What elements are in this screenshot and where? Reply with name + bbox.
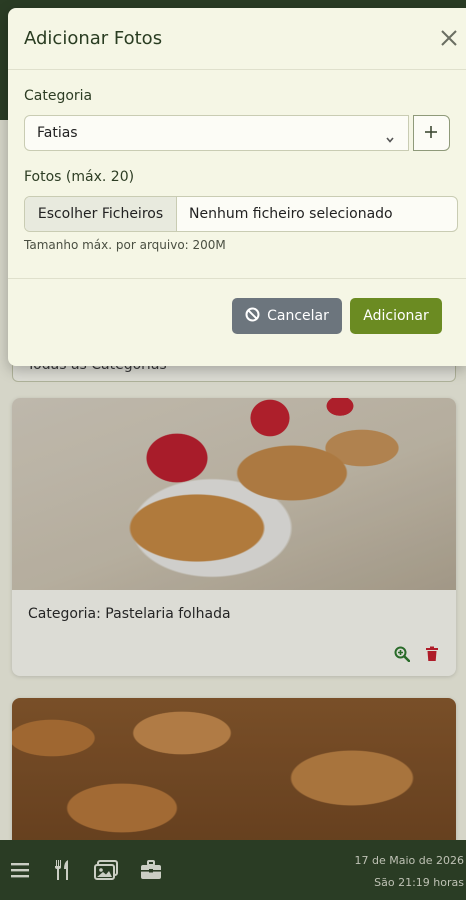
add-button[interactable]: Adicionar: [350, 298, 442, 334]
close-icon[interactable]: [438, 27, 460, 49]
choose-files-button[interactable]: Escolher Ficheiros: [25, 197, 177, 231]
modal-footer: Cancelar Adicionar: [232, 298, 442, 334]
modal-header: Adicionar Fotos: [8, 8, 466, 70]
add-category-button[interactable]: [412, 115, 450, 151]
photos-label: Fotos (máx. 20): [24, 169, 135, 185]
modal-body: Categoria Fatias Fotos (máx. 20) Escolhe…: [8, 70, 466, 279]
file-status: Nenhum ficheiro selecionado: [189, 206, 393, 222]
modal-title: Adicionar Fotos: [24, 28, 163, 49]
cancel-button[interactable]: Cancelar: [232, 298, 342, 334]
plus-icon: [424, 124, 438, 143]
cancel-label: Cancelar: [267, 308, 329, 324]
file-input[interactable]: Escolher Ficheiros Nenhum ficheiro selec…: [24, 196, 458, 232]
category-select[interactable]: Fatias: [24, 115, 409, 151]
chevron-down-icon: [386, 131, 394, 143]
category-row: Fatias: [24, 115, 450, 151]
add-photos-modal: Adicionar Fotos Categoria Fatias Fotos (…: [8, 8, 466, 366]
ban-icon: [245, 307, 260, 326]
category-selected-value: Fatias: [37, 125, 78, 141]
size-hint: Tamanho máx. por arquivo: 200M: [24, 238, 226, 252]
modal-divider: [8, 278, 466, 279]
category-label: Categoria: [24, 88, 93, 104]
